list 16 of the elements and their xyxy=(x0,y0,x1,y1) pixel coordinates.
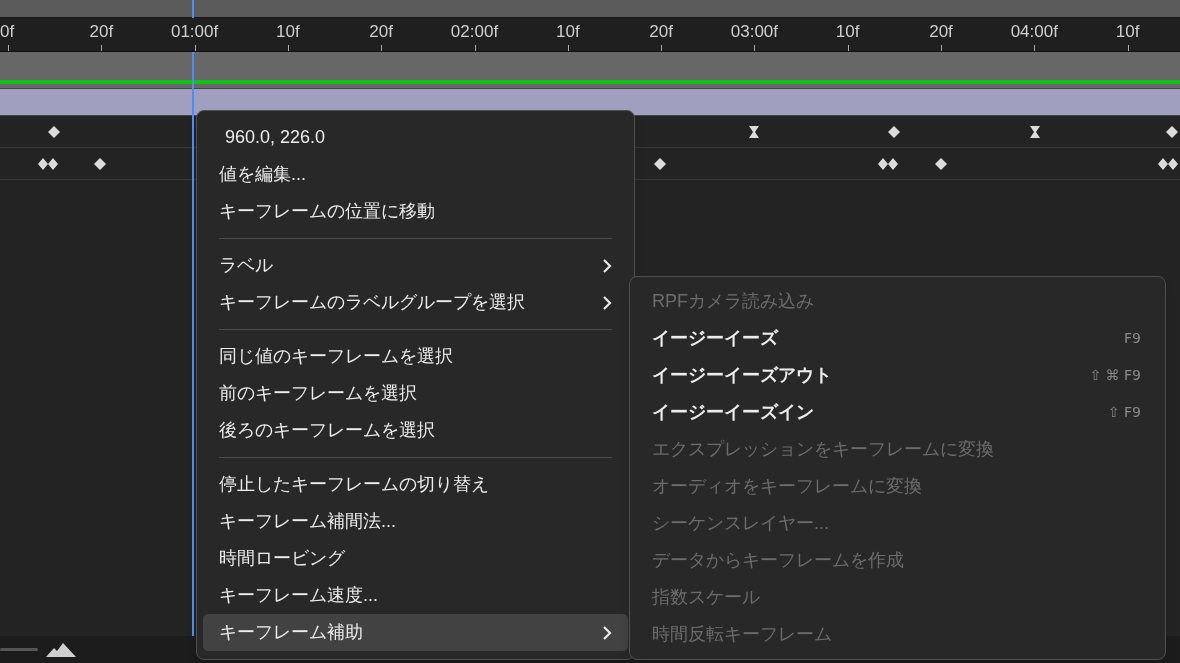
ruler-label: 04:00f xyxy=(1010,21,1058,43)
ruler-label: 10f xyxy=(276,21,300,43)
ruler-label: 01:00f xyxy=(170,21,219,43)
shortcut-text: F9 xyxy=(1124,329,1141,348)
shortcut-text: ⇧ F9 xyxy=(1107,403,1141,422)
ruler-label: 10f xyxy=(556,21,580,43)
ruler-label: 10f xyxy=(1115,21,1140,43)
ruler-label: 02:00f xyxy=(450,21,499,43)
shortcut-text: ⇧ ⌘ F9 xyxy=(1089,366,1141,385)
ruler-label: 20f xyxy=(369,21,393,43)
ruler-label: 03:00f xyxy=(730,21,778,43)
ruler-label: 20f xyxy=(649,21,673,43)
ruler-label: 10f xyxy=(835,21,860,43)
ruler-label: 20f xyxy=(929,21,953,43)
ruler-label: 0f xyxy=(0,21,15,43)
ruler-label: 20f xyxy=(89,21,114,43)
